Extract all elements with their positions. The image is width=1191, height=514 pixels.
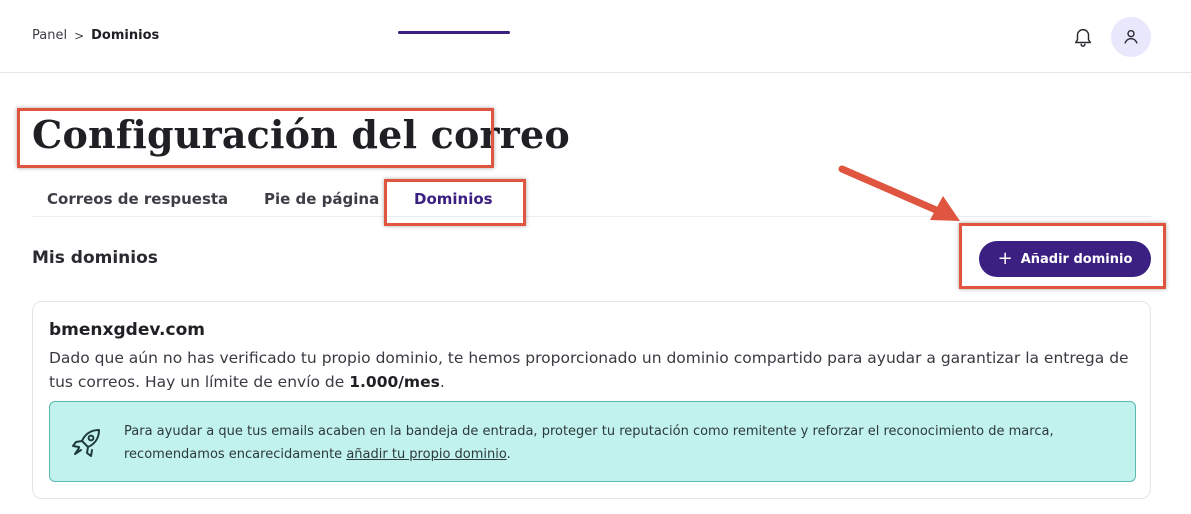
breadcrumb-separator: > [74, 28, 85, 43]
add-domain-button-label: Añadir dominio [1020, 251, 1133, 267]
send-limit: 1.000/mes [349, 373, 440, 391]
tab-domains[interactable]: Dominios [414, 190, 493, 208]
active-tab-indicator [398, 31, 510, 34]
info-banner: Para ayudar a que tus emails acaben en l… [49, 401, 1136, 482]
breadcrumb-current: Dominios [91, 28, 160, 43]
plus-icon: + [997, 248, 1013, 269]
add-domain-button[interactable]: + Añadir dominio [979, 241, 1151, 277]
domain-card: bmenxgdev.com Dado que aún no has verifi… [32, 301, 1151, 499]
page-title: Configuración del correo [32, 112, 570, 157]
tab-footer[interactable]: Pie de página [264, 190, 379, 208]
tab-reply-emails[interactable]: Correos de respuesta [47, 190, 228, 208]
domain-description-text: Dado que aún no has verificado tu propio… [49, 349, 1129, 391]
breadcrumb: Panel > Dominios [32, 28, 159, 43]
domain-description: Dado que aún no has verificado tu propio… [49, 346, 1139, 394]
info-text-end: . [506, 447, 511, 462]
top-bar: Panel > Dominios [0, 0, 1191, 73]
bell-icon[interactable] [1070, 24, 1096, 50]
tab-bar: Correos de respuesta Pie de página Domin… [32, 183, 1151, 217]
add-own-domain-link[interactable]: añadir tu propio dominio [346, 447, 506, 462]
section-title: Mis dominios [32, 248, 158, 268]
domain-description-end: . [439, 373, 445, 391]
info-text: Para ayudar a que tus emails acaben en l… [124, 420, 1124, 466]
breadcrumb-panel-link[interactable]: Panel [32, 28, 67, 43]
info-text-body: Para ayudar a que tus emails acaben en l… [124, 424, 1054, 462]
rocket-icon [70, 425, 104, 459]
user-icon [1124, 29, 1138, 44]
user-avatar[interactable] [1111, 17, 1151, 57]
domain-name: bmenxgdev.com [49, 320, 205, 340]
